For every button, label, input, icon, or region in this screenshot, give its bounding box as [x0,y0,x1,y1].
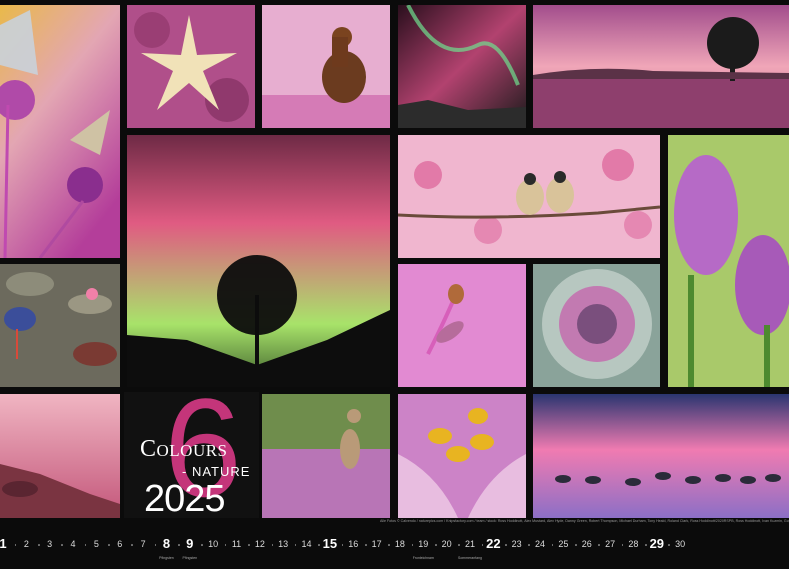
day-separator-dot [84,544,87,546]
day-separator-dot [38,544,40,546]
day-separator-dot [318,544,320,546]
day-separator-dot [645,544,647,546]
day-7: 7 [140,539,146,549]
starfish-photo [127,5,255,128]
day-separator-dot [598,544,601,546]
title-colours: Colours [140,436,228,462]
day-3: 3 [47,539,53,549]
day-note: Pfingsten [159,556,174,560]
title-nature: - NATURE [182,464,251,479]
insect-photo [398,264,526,387]
day-separator-dot [388,544,390,546]
day-13: 13 [278,539,289,549]
day-4: 4 [70,539,76,549]
day-17: 17 [371,539,382,549]
day-5: 5 [93,539,99,549]
photo-credits: Alle Fotos © Calvendo / naturepics.com /… [380,519,789,523]
day-18: 18 [394,539,405,549]
flamingo-photo [533,394,789,518]
day-26: 26 [581,539,592,549]
day-2: 2 [23,539,29,549]
day-separator-dot [131,544,134,546]
day-separator-dot [271,544,274,546]
day-separator-dot [108,544,110,546]
day-separator-dot [248,544,250,546]
day-19: 19 [418,539,429,549]
day-separator-dot [341,544,344,546]
day-11: 11 [231,539,242,549]
day-25: 25 [558,539,569,549]
title-year: 2025 [144,478,226,518]
day-27: 27 [605,539,616,549]
day-8: 8 [162,536,171,551]
day-separator-dot [505,544,507,546]
day-23: 23 [511,539,522,549]
day-separator-dot [224,544,227,546]
day-9: 9 [186,536,194,551]
day-10: 10 [208,539,219,549]
day-separator-dot [154,544,157,546]
day-separator-dot [668,544,671,546]
day-note: Pfingsten [182,556,198,560]
day-separator-dot [528,544,530,546]
day-separator-dot [458,544,460,546]
swamphen-photo [0,264,120,387]
day-separator-dot [201,544,204,546]
day-separator-dot [551,544,554,546]
day-16: 16 [348,539,359,549]
day-29: 29 [649,536,665,551]
day-24: 24 [535,539,546,549]
butterfly-photo [0,5,120,258]
aurora-tree-photo [127,135,390,387]
day-separator-dot [178,544,180,546]
cabbage-photo [533,264,660,387]
aurora-photo-small [398,5,526,128]
day-note: Sommeranfang [458,556,482,560]
day-separator-dot [434,544,437,546]
lily-photo [398,394,526,518]
day-separator-dot [14,544,17,546]
day-separator-dot [481,544,484,546]
coast-photo [0,394,120,518]
calendar-day-row: 1 2 3 4 5 6 7 8 Pfingsten 9 Pfingsten 10 11 12 13 14 15 1… [0,530,789,569]
day-14: 14 [301,539,312,549]
day-21: 21 [464,539,476,549]
day-separator-dot [294,544,297,546]
calendar-title-block: 6 Colours - NATURE 2025 [124,392,259,518]
grouse-photo [262,5,390,128]
day-30: 30 [675,539,686,549]
orchid-photo [668,135,789,387]
day-28: 28 [628,539,639,549]
day-separator-dot [411,544,414,546]
day-separator-dot [621,544,624,546]
day-6: 6 [117,539,123,549]
day-12: 12 [254,539,265,549]
day-1: 1 [0,536,7,551]
day-note: Fronleichnam [412,556,434,560]
day-separator-dot [575,544,577,546]
day-20: 20 [441,539,452,549]
day-separator-dot [364,544,367,546]
birds-blossom-photo [398,135,660,258]
sunrise-tree-photo [533,5,789,128]
day-15: 15 [322,536,338,551]
day-22: 22 [486,536,501,551]
deer-photo [262,394,390,518]
day-separator-dot [61,544,63,546]
